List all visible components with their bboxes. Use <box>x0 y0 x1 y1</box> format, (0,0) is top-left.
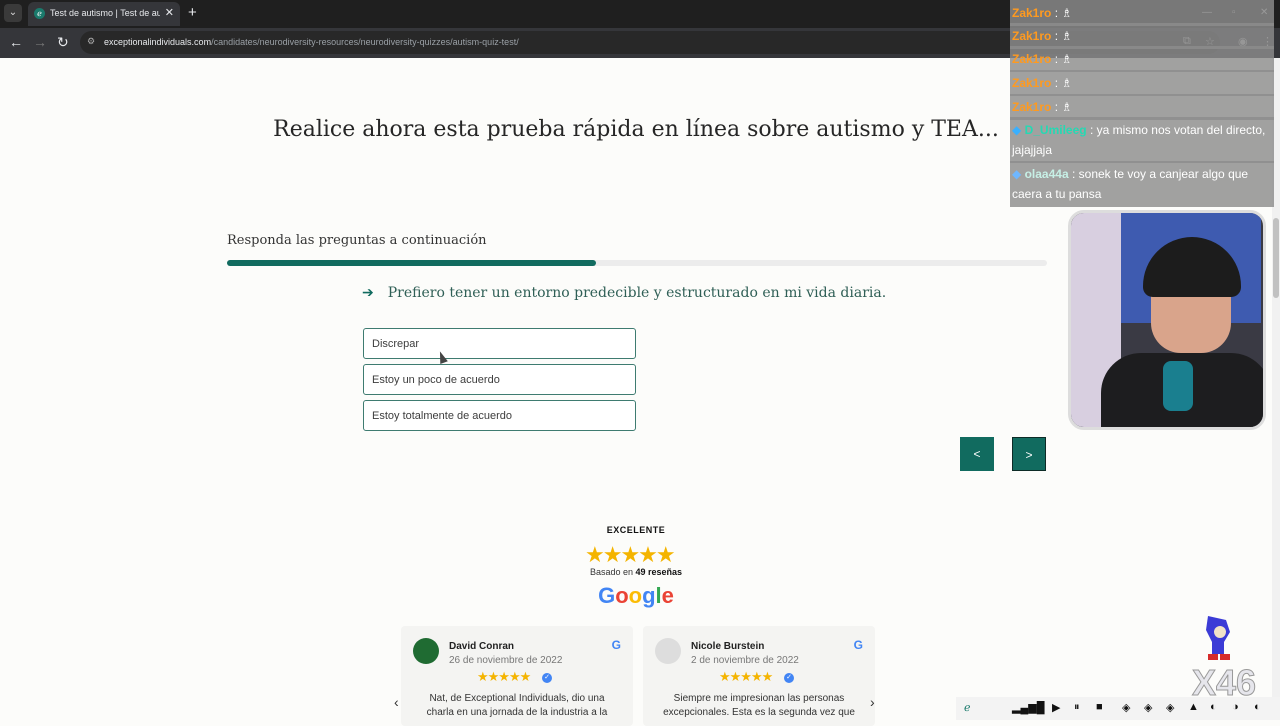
review-card: David Conran 26 de noviembre de 2022 G ★… <box>401 626 633 726</box>
review-text: Siempre me impresionan las personas exce… <box>663 693 855 718</box>
stream-chat-overlay: Zak1ro : ♗ Zak1ro : ♗ Zak1ro : ♗ Zak1ro … <box>1010 0 1274 207</box>
tab-title: Test de autismo | Test de autismo <box>50 8 160 18</box>
review-stars: ★★★★★ <box>477 669 531 684</box>
stop-icon[interactable]: ■ <box>1096 701 1103 713</box>
review-count: 49 reseñas <box>635 567 683 577</box>
reviewer-name: David Conran <box>449 641 515 652</box>
tray-icon[interactable]: ◈ <box>1166 701 1174 714</box>
chat-text: ♗ <box>1061 100 1073 114</box>
google-logo-letter: g <box>642 583 656 608</box>
chat-text: ♗ <box>1061 52 1073 66</box>
forward-icon[interactable]: → <box>33 34 47 50</box>
chat-message: ◆ olaa44a : sonek te voy a canjear algo … <box>1010 161 1274 207</box>
site-info-icon[interactable]: ⚙ <box>87 36 95 47</box>
url-text: exceptionalindividuals.com/candidates/ne… <box>104 37 519 47</box>
microphone-icon <box>1163 361 1193 411</box>
based-on-prefix: Basado en <box>589 567 633 577</box>
chat-message: ◆ D_Umileeg : ya mismo nos votan del dir… <box>1010 117 1274 163</box>
chat-text: ♗ <box>1061 29 1073 43</box>
carousel-prev-icon[interactable]: ‹ <box>394 694 399 710</box>
url-host: exceptionalindividuals.com <box>104 37 212 47</box>
chat-username: Zak1ro <box>1012 76 1052 90</box>
chat-username: Zak1ro <box>1012 6 1052 20</box>
review-text: Nat, de Exceptional Individuals, dio una… <box>426 693 608 718</box>
google-logo: Google <box>0 583 1272 609</box>
review-stars: ★★★★★ <box>719 669 773 684</box>
close-tab-icon[interactable]: ✕ <box>165 6 174 19</box>
google-logo-letter: o <box>615 583 629 608</box>
tray-icon[interactable]: ◈ <box>1144 701 1152 714</box>
google-logo-letter: G <box>598 583 616 608</box>
browser-tab[interactable]: ℯ Test de autismo | Test de autismo ✕ <box>28 2 180 26</box>
next-button[interactable]: > <box>1012 437 1046 471</box>
webcam-feed <box>1068 210 1266 430</box>
arrow-right-icon: ➔ <box>362 285 374 301</box>
answer-option-discrepar[interactable]: Discrepar <box>363 328 636 359</box>
previous-button[interactable]: < <box>960 437 994 471</box>
play-icon[interactable]: ▶ <box>1052 701 1060 714</box>
chat-username: D_Umileeg <box>1024 123 1087 137</box>
review-card: Nicole Burstein 2 de noviembre de 2022 G… <box>643 626 875 726</box>
google-g-icon: G <box>611 638 621 652</box>
app-icon[interactable]: ℯ <box>964 701 971 714</box>
chat-message: Zak1ro : ♗ <box>1010 70 1274 96</box>
avatar <box>655 638 681 664</box>
tray-icon[interactable]: ◐ <box>1254 701 1261 713</box>
site-favicon-icon: ℯ <box>34 8 45 19</box>
user-badge-icon: ◆ <box>1012 123 1022 137</box>
progress-fill <box>227 260 596 266</box>
based-on-text: Basado en 49 reseñas <box>0 567 1272 577</box>
signal-bars-icon: ▂▄▆█ <box>1012 702 1045 714</box>
question-label: Prefiero tener un entorno predecible y e… <box>387 285 887 301</box>
chat-text: ♗ <box>1061 76 1073 90</box>
rating-word: EXCELENTE <box>606 525 666 535</box>
verified-check-icon: ✓ <box>542 673 552 683</box>
review-date: 26 de noviembre de 2022 <box>449 655 563 666</box>
google-g-icon: G <box>853 638 863 652</box>
back-icon[interactable]: ← <box>9 34 23 50</box>
user-badge-icon: ◆ <box>1012 167 1022 181</box>
google-logo-letter: o <box>628 583 643 608</box>
reload-icon[interactable]: ↻ <box>57 34 69 51</box>
overall-stars: ★★★★★ <box>585 542 676 567</box>
chat-text: ♗ <box>1061 6 1073 20</box>
tray-icon[interactable]: ◑ <box>1232 701 1239 713</box>
tray-icon[interactable]: ◐ <box>1210 701 1217 713</box>
scroll-thumb[interactable] <box>1273 218 1279 298</box>
carousel-next-icon[interactable]: › <box>870 694 875 710</box>
tray-icon[interactable]: ▲ <box>1188 701 1199 713</box>
chat-username: olaa44a <box>1024 167 1069 181</box>
pause-icon[interactable]: ⏸ <box>1074 701 1080 714</box>
chat-username: Zak1ro <box>1012 52 1052 66</box>
chat-username: Zak1ro <box>1012 100 1052 114</box>
system-tray: ℯ ▂▄▆█ ▶ ⏸ ■ ◈ ◈ ◈ ▲ ◐ ◑ ◐ <box>956 697 1280 720</box>
answer-option-poco-acuerdo[interactable]: Estoy un poco de acuerdo <box>363 364 636 395</box>
avatar <box>413 638 439 664</box>
chat-message: Zak1ro : ♗ <box>1010 46 1274 72</box>
tray-icon[interactable]: ◈ <box>1122 701 1130 714</box>
sonic-mascot-icon <box>1206 616 1230 660</box>
review-date: 2 de noviembre de 2022 <box>691 655 799 666</box>
chat-username: Zak1ro <box>1012 29 1052 43</box>
tab-search-button[interactable]: ⌄ <box>4 4 22 22</box>
reviewer-name: Nicole Burstein <box>691 641 765 652</box>
progress-bar <box>227 260 1047 266</box>
url-path: /candidates/neurodiversity-resources/neu… <box>211 37 519 47</box>
answer-option-totalmente-acuerdo[interactable]: Estoy totalmente de acuerdo <box>363 400 636 431</box>
new-tab-icon[interactable]: + <box>188 4 197 21</box>
question-text: ➔ Prefiero tener un entorno predecible y … <box>362 285 886 301</box>
quiz-instruction: Responda las preguntas a continuación <box>227 233 487 248</box>
google-logo-letter: e <box>661 583 674 608</box>
verified-check-icon: ✓ <box>784 673 794 683</box>
